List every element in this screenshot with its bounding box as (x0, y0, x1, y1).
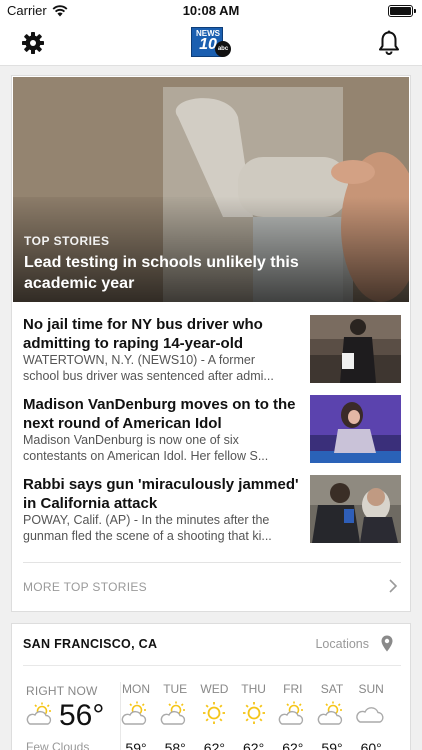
forecast-temperature: 62° (243, 740, 265, 750)
sunny-icon (242, 702, 265, 724)
story-summary-line: POWAY, Calif. (AP) - In the minutes afte… (23, 513, 270, 527)
nav-bar: NEWS 10 abc (0, 22, 422, 66)
weather-city: SAN FRANCISCO, CA (23, 637, 158, 651)
status-bar: Carrier 10:08 AM (0, 0, 422, 22)
forecast-day-label: WED (200, 682, 229, 696)
locations-button[interactable]: Locations (315, 637, 369, 651)
partly-sunny-icon (121, 701, 147, 725)
forecast-day-label: TUE (163, 682, 188, 696)
story-item[interactable]: Madison VanDenburg moves on to the next … (23, 395, 401, 467)
gear-icon[interactable] (21, 31, 45, 55)
story-summary-line: school bus driver was sentenced after ad… (23, 369, 274, 383)
bell-icon[interactable] (377, 30, 401, 56)
forecast-temperature: 59° (321, 740, 343, 750)
story-thumbnail[interactable] (310, 395, 401, 463)
story-summary-line: Madison VanDenburg is now one of six (23, 433, 239, 447)
story-headline[interactable]: Madison VanDenburg moves on to the next … (23, 395, 303, 433)
weather-card: SAN FRANCISCO, CA Locations RIGHT NOW 56… (11, 623, 411, 750)
story-thumbnail[interactable] (310, 475, 401, 543)
partly-sunny-icon (160, 701, 186, 725)
divider (23, 562, 401, 563)
forecast-day-label: MON (122, 682, 150, 696)
story-summary: Madison VanDenburg is now one of six con… (23, 432, 303, 464)
battery-icon (388, 5, 416, 17)
partly-sunny-icon (278, 701, 303, 725)
story-summary: POWAY, Calif. (AP) - In the minutes afte… (23, 512, 303, 544)
abc-badge: abc (215, 41, 231, 57)
forecast-temperature: 58° (164, 740, 186, 750)
right-now-label: RIGHT NOW (26, 684, 98, 698)
chevron-right-icon[interactable] (388, 578, 398, 594)
story-summary-line: gunman fled the scene of a shooting that… (23, 529, 272, 543)
hero-kicker: TOP STORIES (24, 234, 110, 248)
story-summary-line: contestants on American Idol. Her fellow… (23, 449, 269, 463)
location-pin-icon[interactable] (381, 635, 393, 652)
story-summary: WATERTOWN, N.Y. (NEWS10) - A former scho… (23, 352, 303, 384)
story-item[interactable]: Rabbi says gun 'miraculously jammed' in … (23, 475, 401, 547)
more-top-stories-link[interactable]: MORE TOP STORIES (23, 580, 147, 594)
clock: 10:08 AM (182, 3, 240, 18)
forecast-day-wed: WED 62° (194, 682, 234, 750)
hero-story[interactable]: TOP STORIES Lead testing in schools unli… (13, 77, 409, 302)
forecast-day-sun: SUN 60° (351, 682, 391, 750)
sunny-icon (203, 702, 226, 724)
news10-logo: NEWS 10 abc (191, 27, 231, 59)
forecast-day-fri: FRI 62° (273, 682, 313, 750)
forecast-day-label: FRI (283, 682, 303, 696)
forecast-temperature: 62° (282, 740, 304, 750)
top-stories-card: TOP STORIES Lead testing in schools unli… (11, 75, 411, 612)
partly-sunny-icon (26, 702, 52, 725)
forecast-temperature: 60° (360, 740, 382, 750)
story-thumbnail[interactable] (310, 315, 401, 383)
forecast-day-label: SAT (320, 682, 344, 696)
cloudy-icon (356, 707, 384, 723)
forecast-temperature: 62° (203, 740, 225, 750)
story-headline[interactable]: Rabbi says gun 'miraculously jammed' in … (23, 475, 303, 513)
story-headline[interactable]: No jail time for NY bus driver who admit… (23, 315, 303, 353)
forecast-day-thu: THU 62° (234, 682, 274, 750)
forecast-temperature: 59° (125, 740, 147, 750)
forecast-day-sat: SAT 59° (312, 682, 352, 750)
story-item[interactable]: No jail time for NY bus driver who admit… (23, 315, 401, 387)
forecast-day-label: SUN (358, 682, 384, 696)
forecast-day-label: THU (241, 682, 266, 696)
partly-sunny-icon (317, 701, 343, 725)
forecast-day-tue: TUE 58° (155, 682, 195, 750)
story-summary-line: WATERTOWN, N.Y. (NEWS10) - A former (23, 353, 255, 367)
divider (23, 665, 401, 666)
hero-headline[interactable]: Lead testing in schools unlikely this ac… (24, 252, 324, 294)
forecast-day-mon: MON 59° (116, 682, 156, 750)
current-condition: Few Clouds (26, 740, 90, 750)
current-temperature: 56° (59, 699, 105, 732)
